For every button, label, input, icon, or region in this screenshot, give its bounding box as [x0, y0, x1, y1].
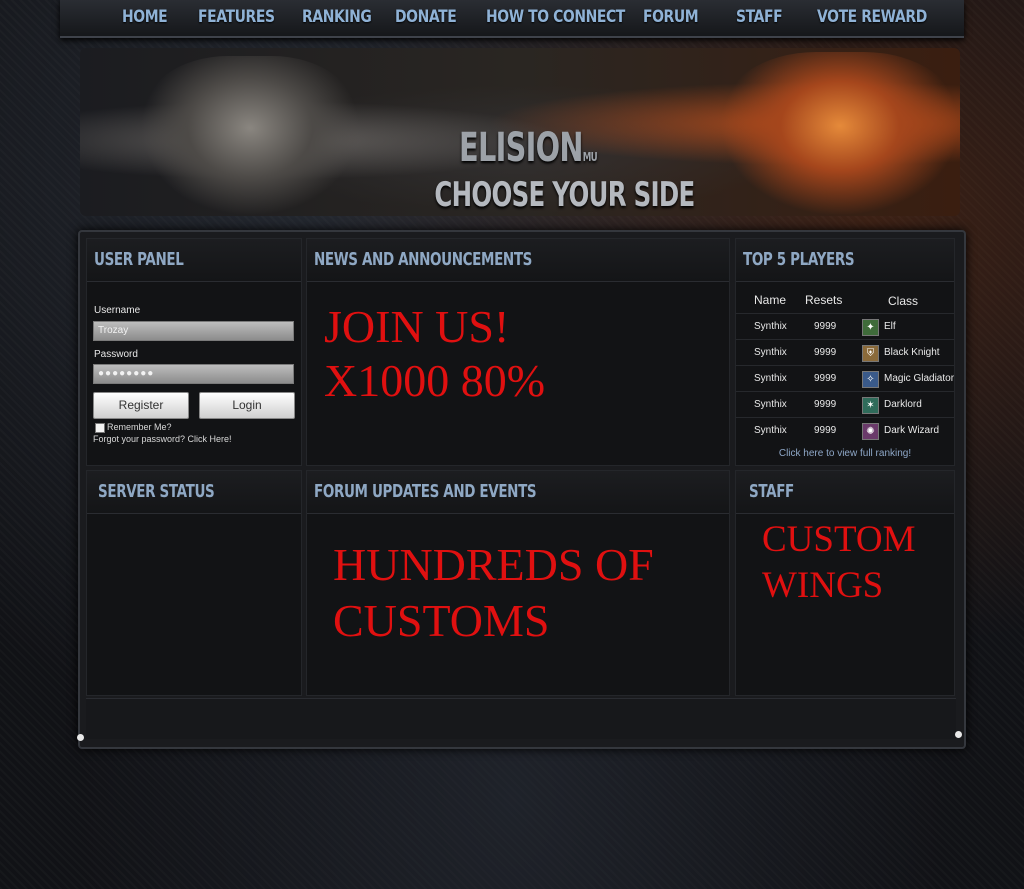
- column-header-name: Name: [754, 293, 787, 307]
- top-nav: HOME FEATURES RANKING DONATE HOW TO CONN…: [60, 0, 964, 38]
- nav-home[interactable]: HOME: [122, 5, 168, 29]
- top-players-title: TOP 5 PLAYERS: [743, 249, 855, 270]
- forgot-password-link[interactable]: Forgot your password? Click Here!: [93, 434, 232, 444]
- nav-forum[interactable]: FORUM: [643, 5, 699, 29]
- content-frame: USER PANEL Username Trozay Password ●●●●…: [77, 230, 966, 749]
- staff-line-1: CUSTOM: [762, 519, 916, 560]
- player-name: Synthix: [754, 321, 787, 332]
- nav-vote-reward[interactable]: VOTE REWARD: [817, 5, 927, 29]
- staff-panel: STAFF CUSTOM WINGS: [735, 470, 955, 696]
- player-class: Dark Wizard: [884, 425, 940, 436]
- staff-panel-header: STAFF: [736, 471, 954, 514]
- frame-rivet-right: [955, 731, 962, 738]
- ranking-row[interactable]: Synthix 9999 ⛨ Black Knight: [736, 339, 954, 366]
- ranking-row[interactable]: Synthix 9999 ✦ Elf: [736, 313, 954, 340]
- player-resets: 9999: [814, 321, 837, 332]
- player-resets: 9999: [814, 373, 837, 384]
- logo-title: ELISIONMU: [459, 125, 598, 171]
- forum-panel-header: FORUM UPDATES AND EVENTS: [307, 471, 729, 514]
- remember-me-label: Remember Me?: [107, 422, 172, 432]
- server-status-title: SERVER STATUS: [98, 481, 215, 502]
- magic-gladiator-icon: ✧: [862, 371, 879, 388]
- register-button[interactable]: Register: [93, 392, 189, 419]
- news-panel: NEWS AND ANNOUNCEMENTS JOIN US! X1000 80…: [306, 238, 730, 466]
- player-resets: 9999: [814, 347, 837, 358]
- player-class: Black Knight: [884, 347, 940, 358]
- top-players-panel: TOP 5 PLAYERS Name Resets Class Synthix …: [735, 238, 955, 466]
- elf-icon: ✦: [862, 319, 879, 336]
- column-header-resets: Resets: [805, 293, 843, 307]
- ranking-row[interactable]: Synthix 9999 ✧ Magic Gladiator: [736, 365, 954, 392]
- forum-line-2: CUSTOMS: [333, 595, 550, 646]
- password-field[interactable]: ●●●●●●●●: [93, 364, 294, 384]
- darklord-icon: ✶: [862, 397, 879, 414]
- frame-rivet-left: [77, 734, 84, 741]
- forum-panel: FORUM UPDATES AND EVENTS HUNDREDS OF CUS…: [306, 470, 730, 696]
- nav-staff[interactable]: STAFF: [736, 5, 783, 29]
- user-panel-header: USER PANEL: [87, 239, 301, 282]
- black-knight-icon: ⛨: [862, 345, 879, 362]
- forum-panel-title: FORUM UPDATES AND EVENTS: [314, 481, 537, 502]
- nav-how-to-connect[interactable]: HOW TO CONNECT: [486, 5, 625, 29]
- player-class: Elf: [884, 321, 896, 332]
- top-players-header: TOP 5 PLAYERS: [736, 239, 954, 282]
- armored-warrior-illustration: [140, 56, 360, 216]
- player-name: Synthix: [754, 373, 787, 384]
- column-header-class: Class: [888, 294, 919, 308]
- player-class: Magic Gladiator: [884, 373, 955, 384]
- player-resets: 9999: [814, 399, 837, 410]
- staff-panel-title: STAFF: [749, 481, 794, 502]
- news-panel-title: NEWS AND ANNOUNCEMENTS: [314, 249, 533, 270]
- ranking-row[interactable]: Synthix 9999 ✺ Dark Wizard: [736, 417, 954, 444]
- nav-donate[interactable]: DONATE: [395, 5, 457, 29]
- player-name: Synthix: [754, 347, 787, 358]
- login-button[interactable]: Login: [199, 392, 295, 419]
- logo-tagline: CHOOSE YOUR SIDE: [434, 175, 695, 215]
- password-label: Password: [94, 349, 138, 360]
- player-name: Synthix: [754, 399, 787, 410]
- forum-line-1: HUNDREDS OF: [333, 539, 654, 590]
- user-panel-title: USER PANEL: [94, 249, 184, 270]
- ranking-row[interactable]: Synthix 9999 ✶ Darklord: [736, 391, 954, 418]
- player-resets: 9999: [814, 425, 837, 436]
- full-ranking-link[interactable]: Click here to view full ranking!: [736, 448, 954, 459]
- dark-wizard-icon: ✺: [862, 423, 879, 440]
- site-logo: ELISIONMU CHOOSE YOUR SIDE: [398, 125, 695, 215]
- username-label: Username: [94, 305, 141, 316]
- player-name: Synthix: [754, 425, 787, 436]
- user-panel: USER PANEL Username Trozay Password ●●●●…: [86, 238, 302, 466]
- fire-knight-illustration: [720, 52, 960, 216]
- username-field[interactable]: Trozay: [93, 321, 294, 341]
- server-status-panel: SERVER STATUS: [86, 470, 302, 696]
- logo-suffix: MU: [582, 150, 598, 164]
- news-line-1: JOIN US!: [324, 301, 510, 352]
- server-status-header: SERVER STATUS: [87, 471, 301, 514]
- news-panel-header: NEWS AND ANNOUNCEMENTS: [307, 239, 729, 282]
- news-line-2: X1000 80%: [324, 355, 546, 406]
- player-class: Darklord: [884, 399, 922, 410]
- nav-features[interactable]: FEATURES: [198, 5, 275, 29]
- remember-me-checkbox[interactable]: [95, 423, 105, 433]
- nav-ranking[interactable]: RANKING: [302, 5, 372, 29]
- footer-bar: [86, 698, 956, 739]
- hero-banner: ELISIONMU CHOOSE YOUR SIDE: [80, 48, 960, 216]
- staff-line-2: WINGS: [762, 565, 884, 606]
